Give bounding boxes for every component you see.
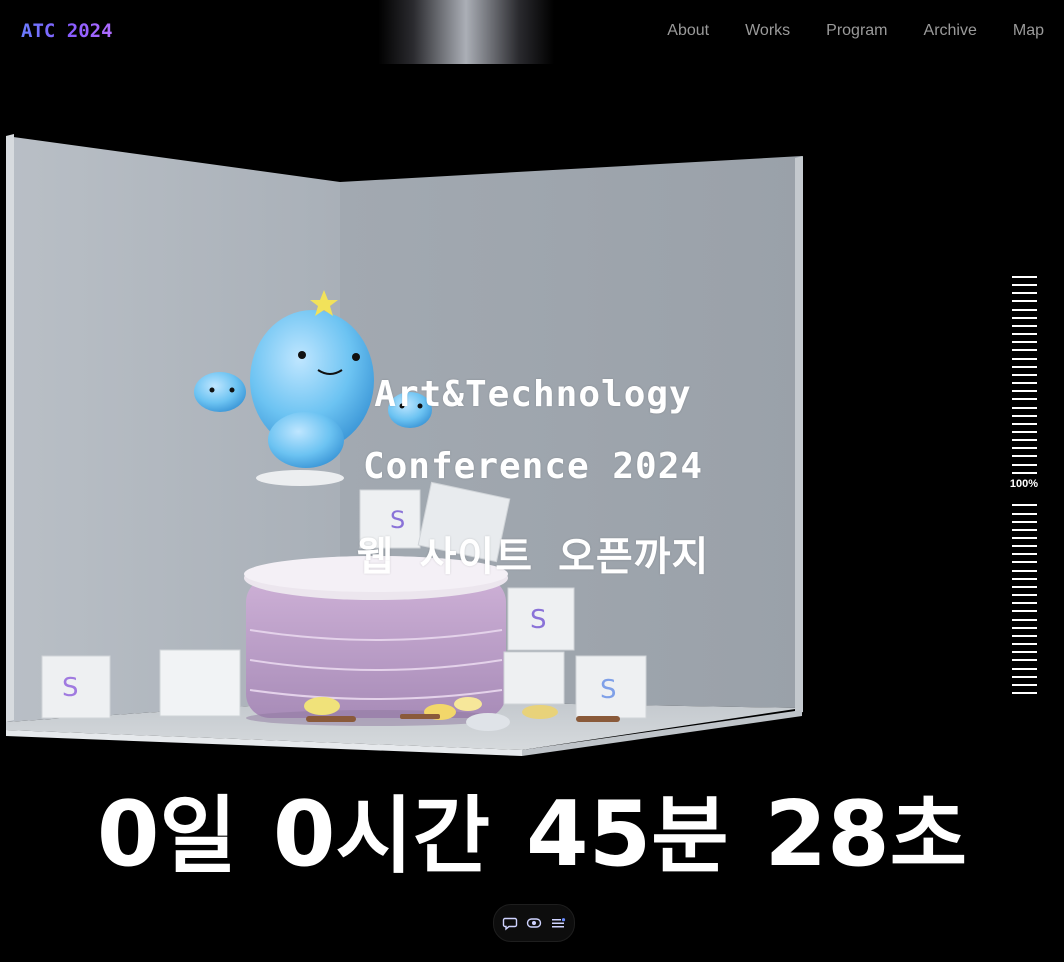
gauge-tick	[1012, 676, 1037, 678]
countdown-seconds: 28 초	[765, 790, 968, 880]
gauge-tick	[1012, 464, 1037, 466]
gauge-tick	[1012, 692, 1037, 694]
gauge-tick	[1012, 602, 1037, 604]
gauge-tick	[1012, 545, 1037, 547]
gauge-tick	[1012, 431, 1037, 433]
countdown-hours-unit: 시간	[335, 787, 491, 885]
gauge-tick	[1012, 423, 1037, 425]
gauge-tick	[1012, 561, 1037, 563]
nav-link-map[interactable]: Map	[1013, 22, 1044, 40]
gauge-tick	[1012, 586, 1037, 588]
eye-icon[interactable]	[526, 915, 542, 931]
gauge-tick	[1012, 390, 1037, 392]
gauge-tick	[1012, 610, 1037, 612]
gauge-tick	[1012, 472, 1037, 474]
floating-toolbar	[493, 904, 575, 942]
gauge-tick	[1012, 659, 1037, 661]
main-nav: About Works Program Archive Map	[667, 22, 1044, 40]
top-light-glow	[378, 0, 554, 64]
nav-link-program[interactable]: Program	[826, 22, 887, 40]
svg-text:S: S	[62, 673, 79, 703]
svg-text:S: S	[600, 675, 617, 705]
countdown-minutes-value: 45	[526, 782, 652, 887]
svg-text:S: S	[530, 605, 547, 635]
gauge-tick	[1012, 374, 1037, 376]
menu-list-icon[interactable]	[550, 915, 566, 931]
nav-link-archive[interactable]: Archive	[924, 22, 977, 40]
countdown-days-value: 0	[96, 782, 160, 887]
countdown-hours: 0 시간	[273, 790, 490, 880]
gauge-tick	[1012, 333, 1037, 335]
3d-room-scene: S S S S	[6, 134, 803, 756]
countdown-hours-value: 0	[272, 782, 336, 887]
gauge-tick	[1012, 455, 1037, 457]
gauge-tick	[1012, 366, 1037, 368]
countdown-seconds-value: 28	[764, 782, 890, 887]
gauge-tick	[1012, 398, 1037, 400]
gauge-tick	[1012, 447, 1037, 449]
nav-link-works[interactable]: Works	[745, 22, 790, 40]
gauge-tick	[1012, 407, 1037, 409]
countdown-days-unit: 일	[159, 787, 237, 885]
gauge-tick	[1012, 643, 1037, 645]
hero-title-line-1: Art&Technology	[374, 374, 692, 415]
gauge-tick	[1012, 341, 1037, 343]
gauge-tick	[1012, 276, 1037, 278]
gauge-tick	[1012, 635, 1037, 637]
gauge-tick	[1012, 529, 1037, 531]
gauge-tick	[1012, 415, 1037, 417]
gauge-tick	[1012, 553, 1037, 555]
hero-title-line-2: Conference 2024	[362, 446, 704, 487]
gauge-tick	[1012, 627, 1037, 629]
gauge-tick	[1012, 537, 1037, 539]
gauge-tick	[1012, 325, 1037, 327]
atc-logo[interactable]: ATC 2024	[21, 20, 113, 42]
countdown-minutes: 45 분	[526, 790, 729, 880]
gauge-tick	[1012, 684, 1037, 686]
gauge-tick	[1012, 513, 1037, 515]
gauge-tick	[1012, 594, 1037, 596]
gauge-tick	[1012, 292, 1037, 294]
gauge-tick	[1012, 668, 1037, 670]
scroll-progress-label: 100%	[1008, 478, 1040, 490]
gauge-tick	[1012, 570, 1037, 572]
gauge-tick	[1012, 578, 1037, 580]
gauge-tick	[1012, 284, 1037, 286]
nav-link-about[interactable]: About	[667, 22, 709, 40]
gauge-tick	[1012, 349, 1037, 351]
countdown-days: 0 일	[97, 790, 237, 880]
gauge-tick	[1012, 317, 1037, 319]
gauge-tick	[1012, 358, 1037, 360]
countdown-minutes-unit: 분	[651, 787, 729, 885]
countdown-seconds-unit: 초	[889, 787, 968, 885]
gauge-tick	[1012, 309, 1037, 311]
gauge-tick	[1012, 382, 1037, 384]
hero-subtitle: 웹 사이트 오픈까지	[356, 534, 710, 580]
countdown-timer: 0 일 0 시간 45 분 28 초	[97, 790, 967, 880]
gauge-tick	[1012, 439, 1037, 441]
gauge-tick	[1012, 504, 1037, 506]
top-navigation-bar: ATC 2024 About Works Program Archive Map	[0, 0, 1064, 64]
page: ATC 2024 About Works Program Archive Map	[0, 0, 1064, 962]
gauge-tick	[1012, 651, 1037, 653]
gauge-tick	[1012, 619, 1037, 621]
comment-icon[interactable]	[502, 915, 518, 931]
gauge-tick	[1012, 300, 1037, 302]
gauge-tick	[1012, 521, 1037, 523]
